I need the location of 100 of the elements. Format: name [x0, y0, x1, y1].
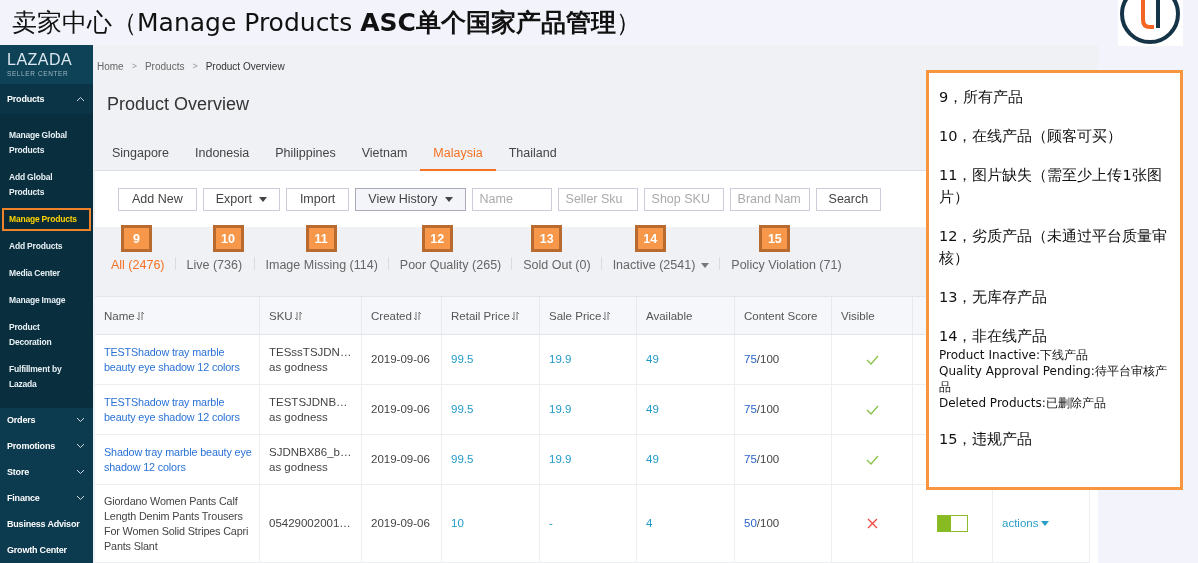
table-cell: 75/100: [735, 385, 832, 435]
table-cell: Giordano Women Pants Calf Length Denim Pants Trousers For Women Solid Stripes Capri Pants Slant: [95, 485, 260, 563]
note-heading: 11，图片缺失（需至少上传1张图片）: [939, 166, 1163, 207]
table-cell: 19.9: [540, 435, 637, 485]
breadcrumb-link[interactable]: Product Overview: [205, 60, 285, 72]
breadcrumb-link[interactable]: Home: [97, 60, 124, 72]
table-cell: 49: [637, 435, 735, 485]
table-cell: 99.5: [442, 335, 540, 385]
table-cell: 49: [637, 335, 735, 385]
filter-field[interactable]: Shop SKU: [643, 187, 724, 211]
chevron-down-icon: [76, 495, 85, 502]
sidebar-item[interactable]: Manage Image: [2, 288, 91, 312]
status-tab[interactable]: Policy Violation (71): [731, 258, 842, 272]
table-cell: 2019-09-06: [362, 435, 442, 485]
breadcrumb-separator: >: [131, 61, 137, 72]
search-button[interactable]: Search: [815, 187, 882, 211]
logo-title: LAZADA: [7, 52, 74, 68]
product-link[interactable]: TESTShadow tray marble beauty eye shadow 12 colors: [95, 385, 260, 435]
filter-field[interactable]: Name: [471, 187, 552, 211]
sidebar-item[interactable]: Media Center: [2, 261, 91, 285]
toolbar-button[interactable]: Add New: [118, 187, 197, 211]
page-title: Product Overview: [107, 93, 250, 117]
table-cell: -: [540, 485, 637, 563]
note-heading: 9，所有产品: [939, 88, 1025, 107]
sort-icon: [412, 310, 422, 321]
sidebar-item[interactable]: Manage Global Products: [2, 123, 91, 162]
sort-icon: [293, 310, 303, 321]
table-cell: TESTSJDNB… as godness: [260, 385, 362, 435]
country-tab[interactable]: Singapore: [99, 146, 182, 172]
number-badge: 10: [212, 225, 244, 252]
breadcrumb-separator: >: [192, 61, 198, 72]
country-tab[interactable]: Indonesia: [182, 146, 263, 172]
sidebar-item[interactable]: Add Global Products: [2, 165, 91, 204]
number-badge: 9: [121, 225, 152, 252]
table-cell: 99.5: [442, 385, 540, 435]
note-heading: 10，在线产品（顾客可买）: [939, 127, 1124, 146]
column-header: Content Score: [735, 297, 832, 335]
status-tab[interactable]: Sold Out (0): [523, 258, 591, 272]
table-cell: SJDNBX86_b… as godness: [260, 435, 362, 485]
chevron-down-icon: [76, 417, 85, 424]
caret-icon: [701, 262, 710, 268]
note-heading: 14，非在线产品: [939, 327, 1049, 346]
column-header[interactable]: Created: [362, 297, 442, 335]
caret-icon: [258, 196, 267, 202]
table-cell: 05429002001…: [260, 485, 362, 563]
table-cell: 50/100: [735, 485, 832, 563]
number-badge: 11: [305, 225, 337, 252]
table-cell: TESssTSJDN… as godness: [260, 335, 362, 385]
note-heading: 12，劣质产品（未通过平台质量审核）: [939, 227, 1169, 268]
number-badge: 12: [421, 225, 453, 252]
dropdown-button[interactable]: View History: [355, 187, 466, 211]
country-tab[interactable]: Philippines: [262, 146, 349, 172]
note-detail: Deleted Products:已删除产品: [939, 395, 1107, 411]
status-tab[interactable]: Inactive (2541): [612, 258, 710, 272]
breadcrumb-link[interactable]: Products: [144, 60, 185, 72]
status-tab[interactable]: Live (736): [186, 258, 243, 272]
chevron-down-icon: [76, 469, 85, 476]
table-cell: 19.9: [540, 335, 637, 385]
column-header[interactable]: Sale Price: [540, 297, 637, 335]
sidebar-item[interactable]: Product Decoration: [2, 315, 91, 354]
number-badge: 15: [759, 225, 791, 252]
toolbar-button[interactable]: Import: [285, 187, 350, 211]
number-badge: 13: [531, 225, 563, 252]
sidebar-group[interactable]: Products: [0, 83, 93, 114]
status-tab[interactable]: Poor Quality (265): [399, 258, 502, 272]
product-link[interactable]: TESTShadow tray marble beauty eye shadow 12 colors: [95, 335, 260, 385]
column-header[interactable]: Retail Price: [442, 297, 540, 335]
table-cell: 49: [637, 385, 735, 435]
slide-title: 卖家中心（Manage Products ASC单个国家产品管理）: [12, 7, 641, 39]
table-cell: 2019-09-06: [362, 335, 442, 385]
note-heading: 15，违规产品: [939, 430, 1034, 449]
table-cell: 75/100: [735, 335, 832, 385]
dropdown-button[interactable]: Export: [202, 187, 280, 211]
toggle-switch[interactable]: [937, 515, 968, 532]
sidebar-item[interactable]: Manage Products: [2, 207, 91, 231]
filter-field[interactable]: Seller Sku: [557, 187, 638, 211]
sidebar-item[interactable]: Fulfillment by Lazada: [2, 357, 91, 396]
sidebar-item[interactable]: Add Products: [2, 234, 91, 258]
chevron-up-icon: [76, 95, 85, 102]
product-link[interactable]: Shadow tray marble beauty eye shadow 12 colors: [95, 435, 260, 485]
sort-icon: [602, 310, 612, 321]
sort-icon: [135, 310, 145, 321]
column-header[interactable]: SKU: [260, 297, 362, 335]
status-tab[interactable]: Image Missing (114): [265, 258, 378, 272]
column-header: Visible: [832, 297, 913, 335]
table-cell: 75/100: [735, 435, 832, 485]
caret-icon: [1041, 521, 1050, 526]
note-detail: Product Inactive:下线产品: [939, 347, 1090, 363]
note-detail: Quality Approval Pending:待平台审核产品: [939, 363, 1168, 395]
country-tab[interactable]: Vietnam: [348, 146, 421, 172]
table-cell: 4: [637, 485, 735, 563]
filter-field[interactable]: Brand Nam: [729, 187, 810, 211]
caret-icon: [444, 196, 453, 202]
country-tab[interactable]: Thailand: [495, 146, 570, 172]
table-cell: 19.9: [540, 385, 637, 435]
number-badge: 14: [634, 225, 666, 252]
note-heading: 13，无库存产品: [939, 288, 1049, 307]
column-header[interactable]: Name: [95, 297, 260, 335]
table-cell: 99.5: [442, 435, 540, 485]
table-cell: 10: [442, 485, 540, 563]
